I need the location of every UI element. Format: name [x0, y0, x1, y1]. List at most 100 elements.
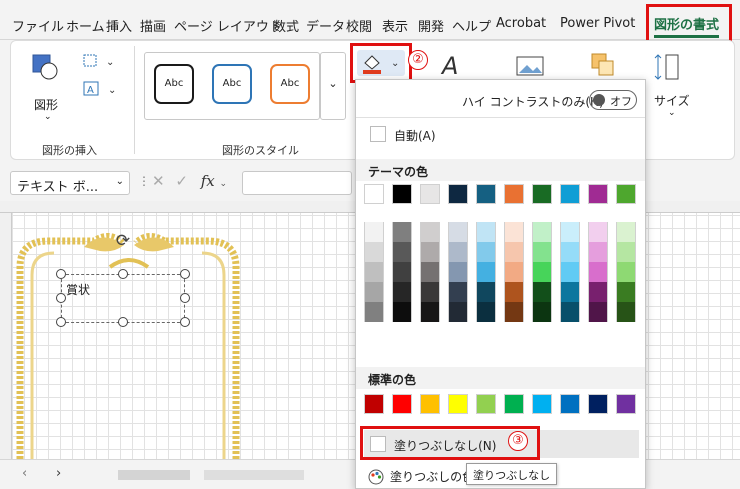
auto-option[interactable]: 自動(A) [394, 127, 436, 144]
theme-shade-swatch[interactable] [560, 222, 580, 242]
theme-shade-swatch[interactable] [560, 242, 580, 262]
theme-shade-swatch[interactable] [392, 302, 412, 322]
tab-acrobat[interactable]: Acrobat [496, 16, 546, 31]
theme-shade-swatch[interactable] [560, 262, 580, 282]
theme-shade-swatch[interactable] [504, 302, 524, 322]
arrange-icon[interactable] [590, 52, 616, 78]
standard-color-swatch[interactable] [616, 394, 636, 414]
theme-shade-swatch[interactable] [504, 222, 524, 242]
theme-shade-swatch[interactable] [420, 222, 440, 242]
theme-shade-swatch[interactable] [560, 282, 580, 302]
tab-help[interactable]: ヘルプ [452, 16, 491, 35]
style-sample-1[interactable]: Abc [154, 64, 194, 104]
theme-shade-swatch[interactable] [504, 282, 524, 302]
chevron-down-icon[interactable]: ⌄ [44, 112, 52, 122]
sheet-tab-placeholder[interactable] [118, 470, 190, 480]
theme-shade-swatch[interactable] [588, 282, 608, 302]
sheet-tab-placeholder[interactable] [204, 470, 304, 480]
picture-icon[interactable] [515, 55, 545, 77]
tab-data[interactable]: データ [306, 16, 345, 35]
theme-color-swatch[interactable] [560, 184, 580, 204]
theme-shade-swatch[interactable] [448, 282, 468, 302]
standard-color-swatch[interactable] [588, 394, 608, 414]
palette-icon[interactable] [368, 469, 384, 485]
theme-shade-swatch[interactable] [476, 262, 496, 282]
theme-shade-swatch[interactable] [420, 242, 440, 262]
resize-handle[interactable] [56, 317, 66, 327]
theme-shade-swatch[interactable] [364, 262, 384, 282]
standard-color-swatch[interactable] [532, 394, 552, 414]
high-contrast-toggle[interactable]: オフ [589, 90, 637, 110]
theme-shade-swatch[interactable] [616, 242, 636, 262]
tab-insert[interactable]: 挿入 [106, 16, 132, 35]
size-icon[interactable] [652, 52, 682, 82]
tab-file[interactable]: ファイル [12, 16, 64, 35]
theme-shade-swatch[interactable] [476, 302, 496, 322]
theme-color-swatch[interactable] [364, 184, 384, 204]
theme-shade-swatch[interactable] [588, 262, 608, 282]
resize-handle[interactable] [56, 269, 66, 279]
scroll-right-icon[interactable]: › [56, 466, 61, 481]
more-fill-colors-option[interactable]: 塗りつぶしの色 [390, 468, 474, 485]
gallery-more-button[interactable]: ⌄ [320, 52, 346, 120]
resize-handle[interactable] [180, 317, 190, 327]
theme-color-swatch[interactable] [588, 184, 608, 204]
resize-handle[interactable] [118, 269, 128, 279]
tab-review[interactable]: 校閲 [346, 16, 372, 35]
theme-shade-swatch[interactable] [392, 222, 412, 242]
theme-shade-swatch[interactable] [532, 222, 552, 242]
theme-shade-swatch[interactable] [392, 282, 412, 302]
standard-color-swatch[interactable] [420, 394, 440, 414]
tab-view[interactable]: 表示 [382, 16, 408, 35]
theme-shade-swatch[interactable] [420, 302, 440, 322]
scroll-left-icon[interactable]: ‹ [22, 466, 27, 481]
theme-shade-swatch[interactable] [476, 222, 496, 242]
shapes-icon[interactable] [32, 54, 58, 80]
fx-icon[interactable]: fx [201, 172, 215, 190]
standard-color-swatch[interactable] [392, 394, 412, 414]
cancel-icon[interactable]: ✕ [152, 172, 165, 190]
theme-shade-swatch[interactable] [532, 262, 552, 282]
theme-shade-swatch[interactable] [392, 242, 412, 262]
chevron-down-icon[interactable]: ⌄ [116, 176, 124, 187]
auto-swatch[interactable] [370, 126, 386, 142]
theme-shade-swatch[interactable] [560, 302, 580, 322]
name-box[interactable]: テキスト ボ... ⌄ [10, 171, 130, 195]
edit-shape-icon[interactable]: ⌄ [82, 52, 120, 70]
tab-home[interactable]: ホーム [66, 16, 105, 35]
style-sample-3[interactable]: Abc [270, 64, 310, 104]
theme-shade-swatch[interactable] [448, 262, 468, 282]
theme-shade-swatch[interactable] [364, 282, 384, 302]
tab-draw[interactable]: 描画 [140, 16, 166, 35]
standard-color-swatch[interactable] [476, 394, 496, 414]
theme-color-swatch[interactable] [532, 184, 552, 204]
theme-shade-swatch[interactable] [420, 262, 440, 282]
theme-shade-swatch[interactable] [364, 222, 384, 242]
theme-shade-swatch[interactable] [616, 262, 636, 282]
standard-color-swatch[interactable] [448, 394, 468, 414]
theme-shade-swatch[interactable] [532, 282, 552, 302]
theme-color-swatch[interactable] [476, 184, 496, 204]
theme-shade-swatch[interactable] [616, 302, 636, 322]
style-sample-2[interactable]: Abc [212, 64, 252, 104]
theme-shade-swatch[interactable] [616, 222, 636, 242]
theme-color-swatch[interactable] [504, 184, 524, 204]
tab-formulas[interactable]: 数式 [273, 16, 299, 35]
standard-color-swatch[interactable] [364, 394, 384, 414]
theme-shade-swatch[interactable] [476, 282, 496, 302]
tab-page-layout[interactable]: ページ レイアウト [174, 16, 282, 35]
resize-handle[interactable] [118, 317, 128, 327]
formula-input[interactable] [242, 171, 352, 195]
standard-color-swatch[interactable] [504, 394, 524, 414]
theme-shade-swatch[interactable] [532, 302, 552, 322]
shapes-label[interactable]: 図形 [34, 96, 58, 113]
standard-color-swatch[interactable] [560, 394, 580, 414]
theme-color-swatch[interactable] [616, 184, 636, 204]
theme-shade-swatch[interactable] [448, 242, 468, 262]
theme-shade-swatch[interactable] [364, 242, 384, 262]
theme-shade-swatch[interactable] [588, 242, 608, 262]
theme-shade-swatch[interactable] [616, 282, 636, 302]
theme-shade-swatch[interactable] [420, 282, 440, 302]
tab-developer[interactable]: 開発 [418, 16, 444, 35]
chevron-down-icon[interactable]: ⌄ [220, 179, 228, 189]
